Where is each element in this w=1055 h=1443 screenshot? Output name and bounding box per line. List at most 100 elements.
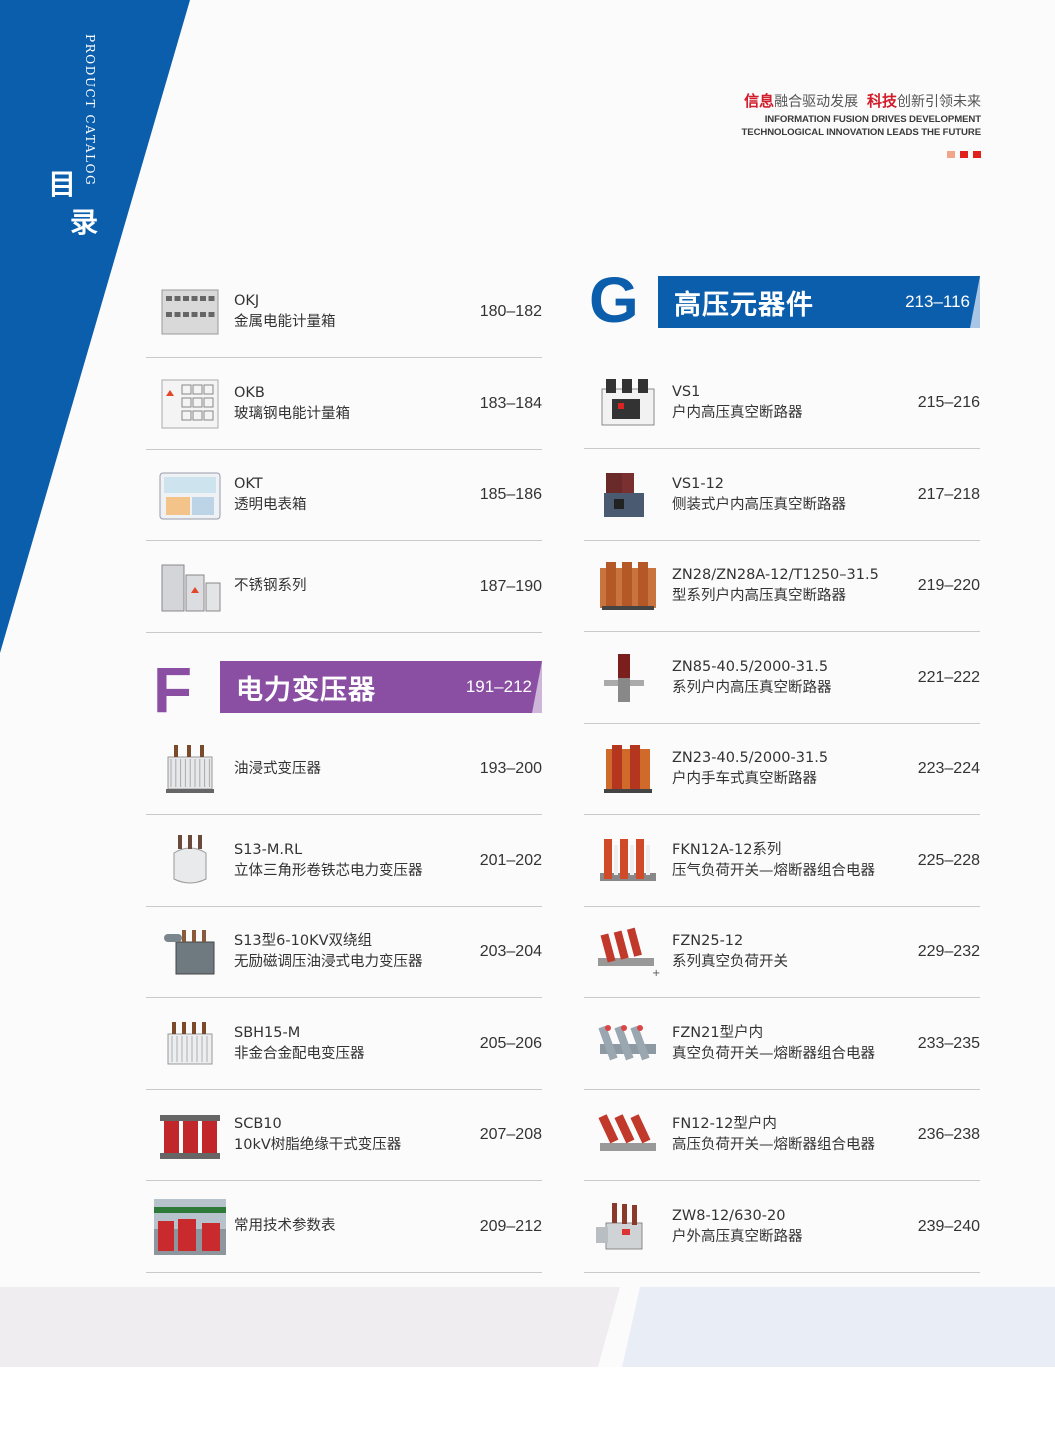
slogan-dot <box>960 151 968 158</box>
entry-description: 高压负荷开关—熔断器组合电器 <box>672 1137 875 1153</box>
entry-name: ZN23-40.5/2000-31.5 户内手车式真空断路器 <box>672 724 912 814</box>
entry-model: FZN25-12 <box>672 933 744 949</box>
entry-name: VS1 户内高压真空断路器 <box>672 358 912 448</box>
slogan-en-2: TECHNOLOGICAL INNOVATION LEADS THE FUTUR… <box>741 127 982 138</box>
entry-description: 玻璃钢电能计量箱 <box>234 405 350 422</box>
entry-name: SCB10 10kV树脂绝缘干式变压器 <box>234 1090 474 1180</box>
catalog-entry[interactable]: OKB 玻璃钢电能计量箱 183–184 <box>146 359 542 450</box>
entry-model: FN12-12型户内 <box>672 1116 777 1132</box>
entry-name: OKT 透明电表箱 <box>234 450 474 540</box>
catalog-entry[interactable]: SBH15-M 非金合金配电变压器 205–206 <box>146 999 542 1090</box>
catalog-entry[interactable]: ZW8-12/630-20 户外高压真空断路器 239–240 <box>584 1182 980 1273</box>
zn28-breaker-icon <box>592 558 664 614</box>
fzn25-switch-icon: + <box>592 924 664 980</box>
entry-pages: 187–190 <box>479 577 542 595</box>
entry-name: SBH15-M 非金合金配电变压器 <box>234 999 474 1089</box>
entry-model: ZN85-40.5/2000-31.5 <box>672 658 829 675</box>
entry-pages: 209–212 <box>479 1217 542 1235</box>
oil-transformer-icon <box>154 741 226 797</box>
entry-model: FZN21型户内 <box>672 1024 764 1041</box>
dry-transformer-icon <box>154 1107 226 1163</box>
catalog-entry[interactable]: VS1 户内高压真空断路器 215–216 <box>584 358 980 449</box>
entry-description: 户外高压真空断路器 <box>672 1228 803 1245</box>
entry-description: 型系列户内高压真空断路器 <box>672 588 846 604</box>
entry-pages: 207–208 <box>479 1126 542 1143</box>
section-g-letter: G <box>589 264 639 336</box>
entry-description: 侧装式户内高压真空断路器 <box>672 496 846 513</box>
slogan-cn: 信息融合驱动发展 科技创新引领未来 <box>742 90 981 113</box>
catalog-entry[interactable]: ZN85-40.5/2000-31.5 系列户内高压真空断路器 221–222 <box>584 633 980 724</box>
catalog-entry[interactable]: OKJ 金属电能计量箱 180–182 <box>146 267 542 358</box>
section-g-title: 高压元器件 <box>674 289 814 321</box>
slogan-text-2: 创新引领未来 <box>897 94 981 110</box>
metal-meter-box-icon <box>154 284 226 340</box>
entry-description: 立体三角形卷铁芯电力变压器 <box>234 862 423 879</box>
fzn21-switch-icon <box>592 1016 664 1072</box>
entry-name: FN12-12型户内高压负荷开关—熔断器组合电器 <box>672 1090 912 1180</box>
zn23-breaker-icon <box>592 741 664 797</box>
fn12-switch-icon <box>592 1107 664 1163</box>
catalog-entry[interactable]: FN12-12型户内 高压负荷开关—熔断器组合电器 236–238 <box>584 1090 980 1181</box>
entry-description: 10kV树脂绝缘干式变压器 <box>234 1137 402 1153</box>
catalog-entry[interactable]: S13型6-10KV双绕组 无励磁调压油浸式电力变压器 203–204 <box>146 907 542 998</box>
side-breaker-icon <box>592 467 664 523</box>
entry-pages: 193–200 <box>479 760 542 777</box>
catalog-entry[interactable]: 不锈钢系列 187–190 <box>146 542 542 633</box>
entry-pages: 233–235 <box>917 1034 980 1052</box>
entry-pages: 185–186 <box>479 486 542 503</box>
entry-name: OKJ 金属电能计量箱 <box>234 267 474 357</box>
catalog-entry[interactable]: ZN28/ZN28A-12/T1250–31.5 型系列户内高压真空断路器 219–… <box>584 541 980 632</box>
entry-name: VS1-12 侧装式户内高压真空断路器 <box>672 450 912 540</box>
slogan-dot <box>973 151 981 158</box>
slogan-dot <box>947 151 955 158</box>
entry-description: 非金合金配电变压器 <box>234 1045 365 1062</box>
entry-name: S13型6-10KV双绕组 无励磁调压油浸式电力变压器 <box>234 907 474 997</box>
catalog-entry[interactable]: FKN12A-12系列 压气负荷开关—熔断器组合电器 225–228 <box>584 816 980 907</box>
entry-description: 系列真空负荷开关 <box>672 954 788 970</box>
entry-name: FZN21型户内 真空负荷开关—熔断器组合电器 <box>672 999 912 1089</box>
entry-description: 常用技术参数表 <box>234 1218 336 1234</box>
vacuum-breaker-icon <box>592 375 664 431</box>
entry-name: 常用技术参数表 <box>234 1182 474 1272</box>
catalog-entry[interactable]: ZN23-40.5/2000-31.5 户内手车式真空断路器 223–224 <box>584 724 980 815</box>
entry-pages: 225–228 <box>917 851 980 869</box>
transparent-meter-box-icon <box>154 467 226 523</box>
oil-immersed-transformer-icon <box>154 924 226 980</box>
catalog-entry[interactable]: + FZN25-12 系列真空负荷开关 229–232 <box>584 907 980 998</box>
catalog-entry[interactable]: 油浸式变压器 193–200 <box>146 724 542 815</box>
entry-model: OKT <box>234 476 263 492</box>
entry-pages: 203–204 <box>479 943 542 960</box>
entry-pages: 223–224 <box>917 760 980 777</box>
outdoor-breaker-icon <box>592 1199 664 1255</box>
slogan-highlight-2: 科技 <box>866 92 897 110</box>
catalog-entry[interactable]: FZN21型户内 真空负荷开关—熔断器组合电器 233–235 <box>584 999 980 1090</box>
entry-model: VS1 <box>672 384 701 400</box>
entry-pages: 219–220 <box>917 577 980 594</box>
stainless-cabinet-icon <box>154 559 226 615</box>
entry-name: 不锈钢系列 <box>234 542 474 632</box>
section-g-pages: 213–116 <box>905 292 970 311</box>
entry-model: VS1-12 <box>672 475 725 492</box>
slogan-highlight-1: 信息 <box>744 92 775 110</box>
entry-model: ZW8-12/630-20 <box>672 1207 786 1224</box>
entry-name: ZN28/ZN28A-12/T1250–31.5 型系列户内高压真空断路器 <box>672 541 912 631</box>
slogan-dots <box>942 143 981 162</box>
entry-description: 金属电能计量箱 <box>234 314 336 330</box>
entry-model: ZN28/ZN28A-12/T1250–31.5 <box>672 567 879 583</box>
entry-name: FZN25-12 系列真空负荷开关 <box>672 907 912 997</box>
entry-name: S13-M.RL 立体三角形卷铁芯电力变压器 <box>234 816 474 906</box>
entry-model: OKJ <box>234 293 260 309</box>
entry-description: 户内手车式真空断路器 <box>672 771 817 787</box>
entry-description: 不锈钢系列 <box>234 578 307 594</box>
catalog-title-char-1: 目 <box>48 168 77 201</box>
catalog-entry[interactable]: SCB10 10kV树脂绝缘干式变压器 207–208 <box>146 1090 542 1181</box>
catalog-entry[interactable]: VS1-12 侧装式户内高压真空断路器 217–218 <box>584 450 980 541</box>
entry-name: 油浸式变压器 <box>234 724 474 814</box>
catalog-entry[interactable]: OKT 透明电表箱 185–186 <box>146 450 542 541</box>
catalog-entry[interactable]: S13-M.RL 立体三角形卷铁芯电力变压器 201–202 <box>146 816 542 907</box>
entry-pages: 229–232 <box>917 943 980 960</box>
catalog-entry[interactable]: 常用技术参数表 209–212 <box>146 1182 542 1273</box>
entry-model: S13-M.RL <box>234 841 303 858</box>
entry-description: 油浸式变压器 <box>234 760 321 777</box>
parameter-table-photo-icon <box>154 1198 226 1255</box>
